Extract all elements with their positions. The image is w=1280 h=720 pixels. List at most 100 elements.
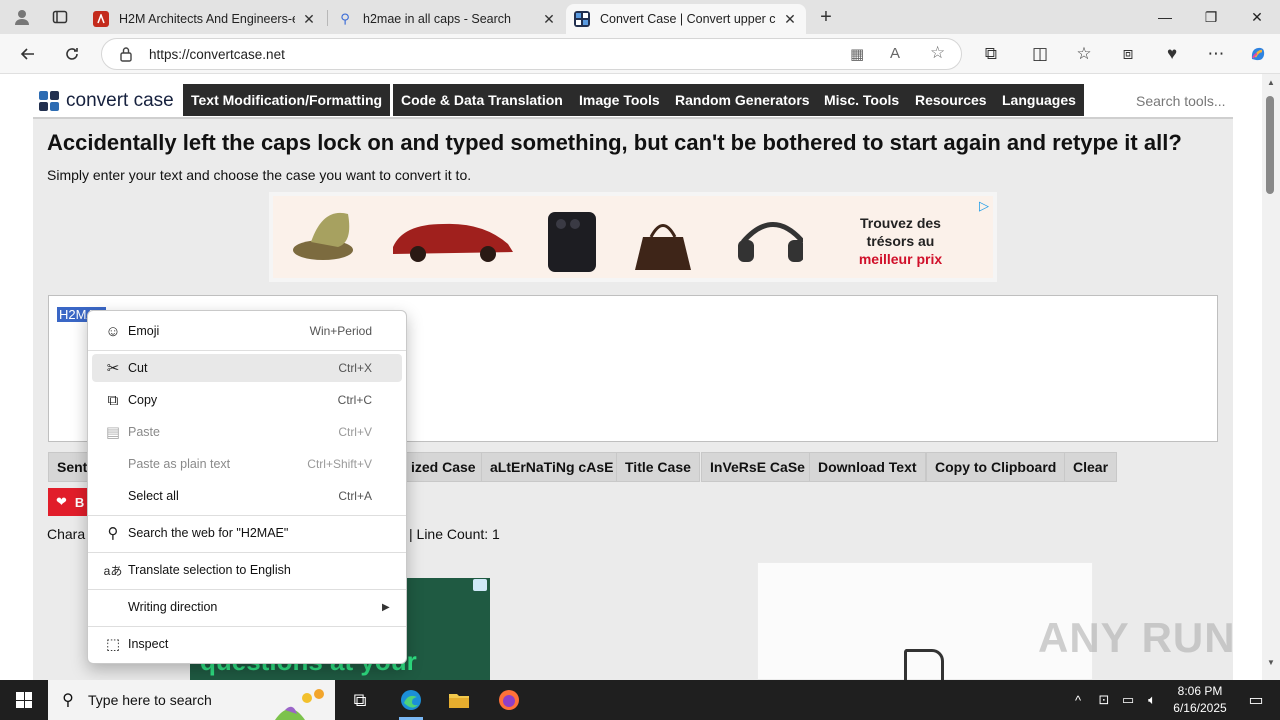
ad-banner[interactable]: ▷ Trouvez des trésors au meilleur prix	[269, 192, 997, 282]
scroll-up-icon[interactable]: ▲	[1267, 78, 1275, 87]
menu-item-label: Inspect	[128, 637, 169, 651]
vertical-scrollbar[interactable]: ▲ ▼	[1262, 74, 1280, 680]
address-bar[interactable]: https://convertcase.net ▦ A ☆	[101, 38, 962, 70]
nav-languages[interactable]: Languages	[994, 84, 1084, 116]
title-case-button[interactable]: Title Case	[616, 452, 700, 482]
donate-label: B	[74, 494, 85, 510]
scroll-down-icon[interactable]: ▼	[1267, 658, 1275, 667]
ad-choices-icon[interactable]	[473, 579, 487, 591]
copy-to-clipboard-button[interactable]: Copy to Clipboard	[926, 452, 1066, 482]
menu-item-writing-direction[interactable]: Writing direction ▶	[92, 593, 402, 621]
search-tools-input[interactable]: Search tools...	[1136, 93, 1226, 109]
menu-item-label: Copy	[128, 393, 158, 407]
read-aloud-icon[interactable]: A	[890, 45, 900, 62]
extensions-icon[interactable]: ⧉	[977, 40, 1005, 68]
start-button[interactable]	[0, 680, 48, 720]
split-screen-icon[interactable]: ◫	[1026, 40, 1054, 68]
menu-item-shortcut: Win+Period	[309, 324, 372, 338]
menu-item-copy[interactable]: ⧉ Copy Ctrl+C	[92, 386, 402, 414]
menu-item-label: Emoji	[128, 324, 160, 338]
favorites-icon[interactable]: ☆	[1070, 40, 1098, 68]
menu-item-cut[interactable]: ✂ Cut Ctrl+X	[92, 354, 402, 382]
new-tab-button[interactable]: +	[812, 3, 840, 31]
edge-taskbar-icon[interactable]	[387, 680, 435, 720]
more-menu-icon[interactable]: ⋯	[1202, 40, 1230, 68]
menu-divider	[88, 350, 406, 351]
favorite-star-icon[interactable]: ☆	[930, 43, 945, 63]
performance-icon[interactable]: ♥	[1158, 40, 1186, 68]
menu-item-paste[interactable]: ▤ Paste Ctrl+V	[92, 418, 402, 446]
sentence-case-button[interactable]: Sente	[48, 452, 95, 482]
minimize-icon[interactable]: —	[1142, 0, 1188, 34]
ad-line-1: Trouvez des	[860, 215, 941, 231]
tab-strip: H2M Architects And Engineers-er ✕ ⚲ h2ma…	[0, 0, 1280, 34]
logo-icon	[39, 91, 59, 111]
search-icon: ⚲	[340, 11, 350, 26]
inverse-case-button[interactable]: InVeRsE CaSe	[701, 452, 814, 482]
menu-item-translate[interactable]: aあ Translate selection to English	[92, 556, 402, 584]
tab-title: Convert Case | Convert upper case	[600, 12, 776, 26]
firefox-icon[interactable]	[485, 680, 533, 720]
ad-product-images	[293, 212, 803, 272]
network-icon[interactable]: ▭	[1116, 692, 1140, 708]
url-text[interactable]: https://convertcase.net	[149, 47, 285, 62]
search-highlight-icon	[275, 689, 324, 720]
anyrun-watermark: ANY RUN	[1038, 614, 1236, 661]
nav-code-data[interactable]: Code & Data Translation	[393, 84, 571, 116]
site-logo[interactable]: convert case	[39, 90, 174, 112]
close-tab-icon[interactable]: ✕	[541, 11, 557, 28]
lock-icon[interactable]	[119, 46, 133, 65]
capitalized-case-button[interactable]: ized Case	[402, 452, 485, 482]
refresh-icon[interactable]	[58, 40, 86, 68]
tab-actions-icon[interactable]	[46, 3, 74, 31]
menu-item-select-all[interactable]: Select all Ctrl+A	[92, 482, 402, 510]
task-view-icon[interactable]: ⧉	[336, 680, 384, 720]
context-menu: ☺ Emoji Win+Period ✂ Cut Ctrl+X ⧉ Copy C…	[87, 310, 407, 664]
nav-resources[interactable]: Resources	[907, 84, 995, 116]
file-explorer-icon[interactable]	[435, 680, 483, 720]
menu-divider	[88, 626, 406, 627]
donate-button[interactable]: ❤ B	[48, 488, 92, 516]
alternating-case-button[interactable]: aLtErNaTiNg cAsE	[481, 452, 623, 482]
download-text-button[interactable]: Download Text	[809, 452, 926, 482]
clear-button[interactable]: Clear	[1064, 452, 1118, 482]
copilot-icon[interactable]	[1244, 40, 1272, 68]
scroll-thumb[interactable]	[1266, 96, 1274, 194]
tab-convert-case[interactable]: Convert Case | Convert upper case ✕	[566, 4, 806, 34]
close-tab-icon[interactable]: ✕	[301, 11, 317, 28]
close-tab-icon[interactable]: ✕	[782, 11, 798, 28]
back-icon[interactable]	[14, 40, 42, 68]
menu-item-search-web[interactable]: ⚲ Search the web for "H2MAE"	[92, 519, 402, 547]
menu-item-inspect[interactable]: ⬚ Inspect	[92, 630, 402, 658]
taskbar-search-placeholder: Type here to search	[88, 692, 212, 708]
collections-icon[interactable]: ⧈	[1114, 40, 1142, 68]
restore-icon[interactable]: ❐	[1188, 0, 1234, 34]
nav-misc-tools[interactable]: Misc. Tools	[816, 84, 908, 116]
close-window-icon[interactable]: ✕	[1234, 0, 1280, 34]
scissors-icon: ✂	[106, 360, 120, 377]
menu-divider	[88, 515, 406, 516]
translate-icon: aあ	[103, 563, 123, 578]
nav-text-modification[interactable]: Text Modification/Formatting	[183, 84, 391, 116]
nav-random-generators[interactable]: Random Generators	[667, 84, 818, 116]
taskbar-search[interactable]: ⚲ Type here to search	[48, 680, 335, 720]
menu-item-label: Writing direction	[128, 600, 218, 614]
network-device-icon[interactable]: ⊡	[1092, 692, 1116, 708]
menu-item-label: Search the web for "H2MAE"	[128, 526, 289, 540]
line-count: | Line Count: 1	[409, 526, 500, 542]
pdf-icon	[93, 11, 109, 27]
menu-item-emoji[interactable]: ☺ Emoji Win+Period	[92, 317, 402, 345]
taskbar-clock[interactable]: 8:06 PM 6/16/2025	[1160, 683, 1240, 717]
menu-item-paste-plain[interactable]: Paste as plain text Ctrl+Shift+V	[92, 450, 402, 478]
ad-choices-icon[interactable]: ▷	[979, 198, 989, 214]
notifications-icon[interactable]: ▭	[1232, 680, 1280, 720]
tab-search[interactable]: ⚲ h2mae in all caps - Search ✕	[329, 4, 565, 34]
page-subtitle: Simply enter your text and choose the ca…	[47, 167, 472, 183]
inspect-icon: ⬚	[105, 636, 121, 653]
nav-image-tools[interactable]: Image Tools	[571, 84, 668, 116]
logo-text: convert case	[66, 90, 174, 111]
profile-icon[interactable]	[8, 3, 36, 31]
app-available-icon[interactable]: ▦	[850, 45, 864, 63]
tab-h2m-architects[interactable]: H2M Architects And Engineers-er ✕	[85, 4, 325, 34]
chevron-up-icon[interactable]: ^	[1070, 693, 1086, 708]
